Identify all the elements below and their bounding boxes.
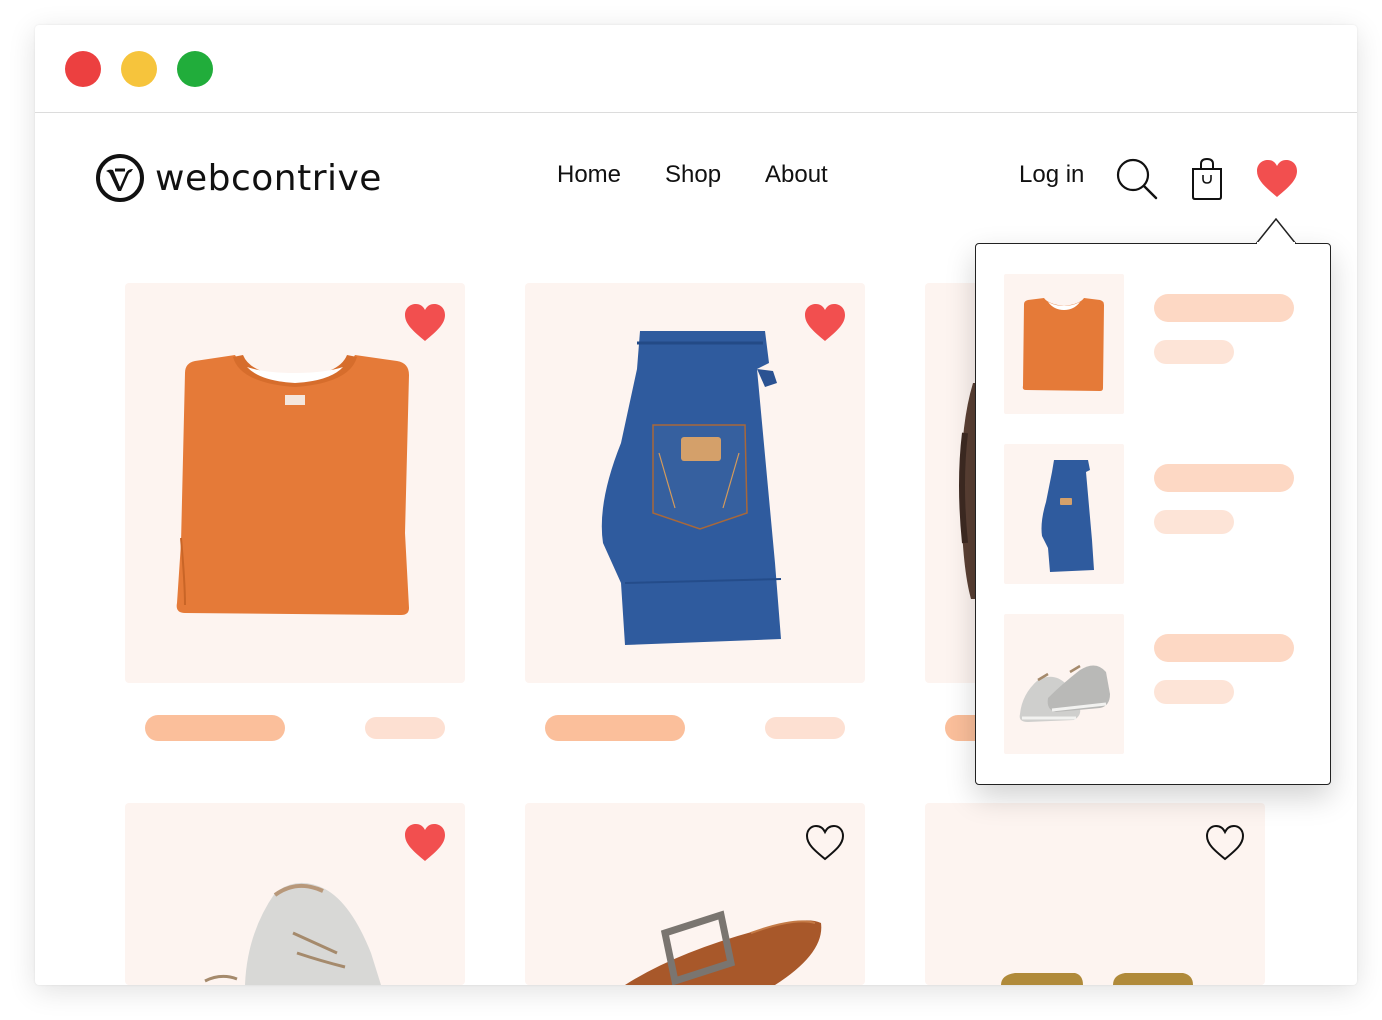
product-card-sneakers[interactable] [125,803,465,985]
orange-tshirt-image [176,355,409,615]
favorite-item[interactable] [1004,614,1304,754]
browser-window: webcontrive Home Shop About Log in [35,25,1357,985]
product-card-belt[interactable] [525,803,865,985]
blue-jeans-image [601,331,782,645]
product-card-sunglasses[interactable] [925,803,1265,985]
favorite-price-placeholder [1154,510,1234,534]
dropdown-pointer [1256,218,1296,244]
product-card-tshirt[interactable] [125,283,465,683]
nav-home[interactable]: Home [557,161,621,189]
search-icon[interactable] [1115,157,1159,201]
login-link[interactable]: Log in [1019,161,1084,189]
product-title-placeholder [145,715,285,741]
favorite-heart-outline-icon[interactable] [803,823,847,863]
maximize-window-button[interactable] [177,51,213,87]
nav-shop[interactable]: Shop [665,161,721,189]
favorite-heart-outline-icon[interactable] [1203,823,1247,863]
favorite-heart-icon[interactable] [403,303,447,343]
favorite-title-placeholder [1154,634,1294,662]
favorite-price-placeholder [1154,340,1234,364]
blue-jeans-image [1041,460,1094,572]
favorite-heart-icon[interactable] [803,303,847,343]
favorite-title-placeholder [1154,294,1294,322]
favorite-item[interactable] [1004,274,1304,414]
favorite-heart-icon[interactable] [403,823,447,863]
favorite-thumbnail [1004,614,1124,754]
favorites-dropdown [975,218,1331,785]
close-window-button[interactable] [65,51,101,87]
product-price-placeholder [365,717,445,739]
product-price-placeholder [765,717,845,739]
orange-tshirt-image [1022,298,1104,391]
nav-about[interactable]: About [765,161,828,189]
favorite-thumbnail [1004,444,1124,584]
favorite-item[interactable] [1004,444,1304,584]
favorite-thumbnail [1004,274,1124,414]
favorite-title-placeholder [1154,464,1294,492]
favorite-price-placeholder [1154,680,1234,704]
product-title-placeholder [545,715,685,741]
shopping-bag-icon[interactable] [1190,157,1224,201]
grey-sneakers-image [1019,664,1110,722]
wishlist-heart-icon[interactable] [1255,159,1299,199]
window-titlebar [35,25,1357,113]
product-card-jeans[interactable] [525,283,865,683]
minimize-window-button[interactable] [121,51,157,87]
